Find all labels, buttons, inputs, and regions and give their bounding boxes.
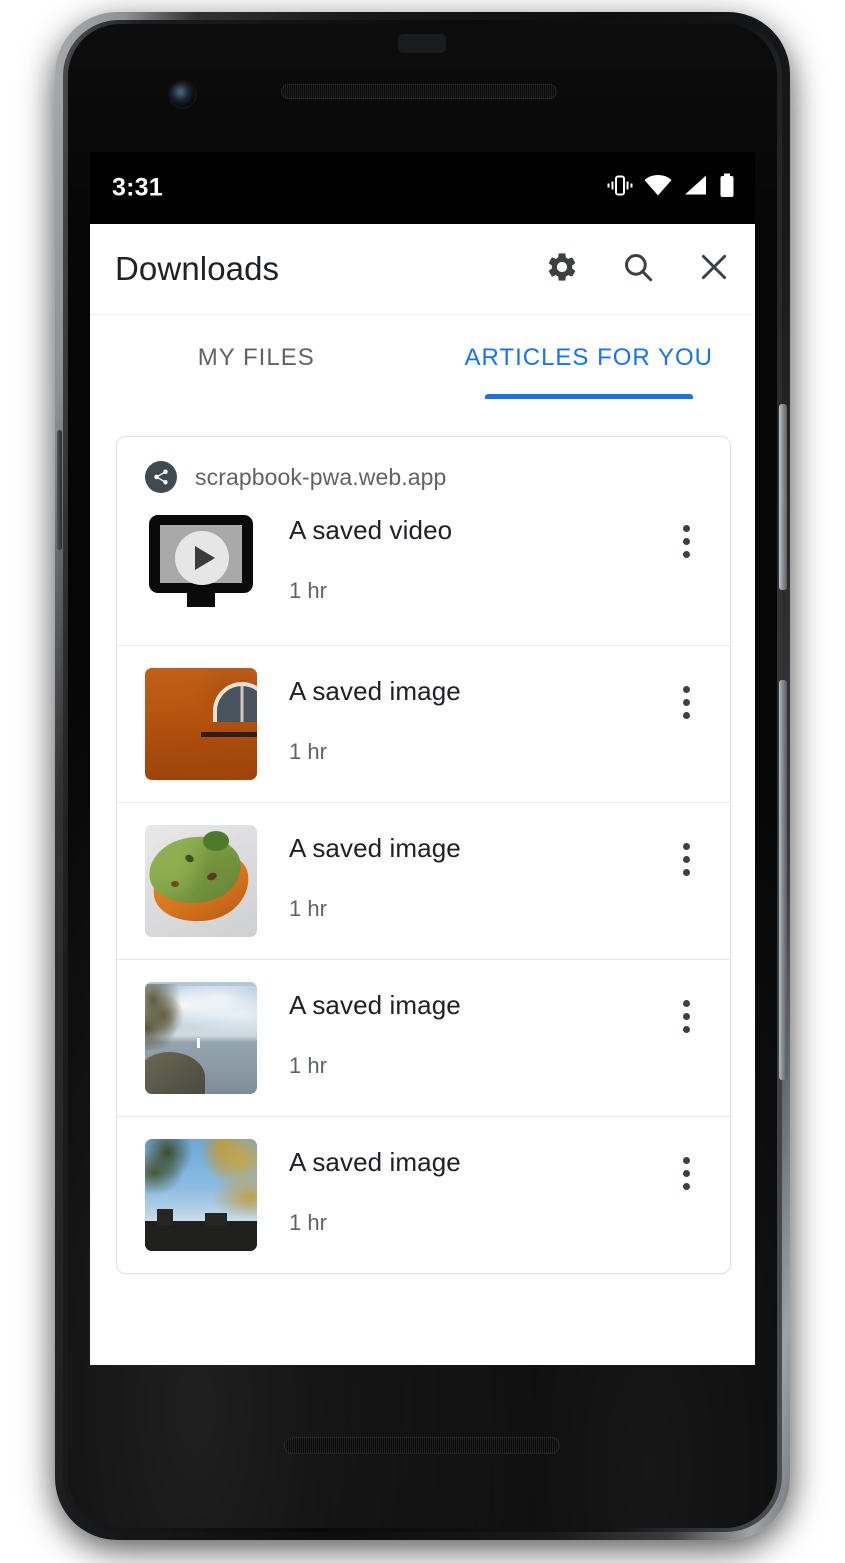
share-icon xyxy=(145,461,177,493)
gear-icon xyxy=(545,250,579,289)
list-item-title: A saved image xyxy=(289,1147,461,1177)
list-item[interactable]: A saved image 1 hr xyxy=(117,1116,730,1273)
avocado-toast-thumbnail xyxy=(145,825,257,937)
close-button[interactable] xyxy=(693,248,735,290)
overflow-menu-icon[interactable] xyxy=(664,833,708,885)
list-item-title: A saved video xyxy=(289,515,453,545)
vibrate-icon xyxy=(607,175,633,202)
articles-list[interactable]: scrapbook-pwa.web.app A saved video 1 hr xyxy=(90,399,755,1365)
overflow-menu-icon[interactable] xyxy=(664,515,708,567)
card-source-header: scrapbook-pwa.web.app xyxy=(117,437,730,493)
phone-screen: 3:31 Downloads MY FILES ARTICLES FOR YOU… xyxy=(90,152,755,1365)
signal-icon xyxy=(683,175,708,202)
proximity-sensor xyxy=(398,34,446,53)
list-item-subtitle: 1 hr xyxy=(289,578,327,603)
search-icon xyxy=(621,250,655,289)
list-item-title: A saved image xyxy=(289,833,461,863)
downloads-card: scrapbook-pwa.web.app A saved video 1 hr xyxy=(116,436,731,1274)
city-skyline-thumbnail xyxy=(145,1139,257,1251)
tab-bar: MY FILES ARTICLES FOR YOU xyxy=(90,314,755,400)
battery-icon xyxy=(719,173,735,203)
tab-articles-for-you[interactable]: ARTICLES FOR YOU xyxy=(423,315,756,400)
list-item-title: A saved image xyxy=(289,676,461,706)
list-item[interactable]: A saved video 1 hr xyxy=(117,493,730,645)
list-item[interactable]: A saved image 1 hr xyxy=(117,802,730,959)
list-item-text: A saved image 1 hr xyxy=(289,825,664,922)
status-time: 3:31 xyxy=(112,173,163,202)
power-button[interactable] xyxy=(779,404,787,590)
list-item[interactable]: A saved image 1 hr xyxy=(117,959,730,1116)
app-bar: Downloads xyxy=(90,224,755,314)
antenna-seam xyxy=(57,430,62,550)
tab-my-files-label: MY FILES xyxy=(197,343,315,371)
list-item-subtitle: 1 hr xyxy=(289,1053,327,1078)
overflow-menu-icon[interactable] xyxy=(664,1147,708,1199)
list-item-text: A saved image 1 hr xyxy=(289,982,664,1079)
play-icon xyxy=(195,546,215,570)
orange-wall-thumbnail xyxy=(145,668,257,780)
overflow-menu-icon[interactable] xyxy=(664,676,708,728)
list-item-subtitle: 1 hr xyxy=(289,1210,327,1235)
front-camera-lens xyxy=(170,82,195,107)
tab-articles-for-you-label: ARTICLES FOR YOU xyxy=(464,343,713,371)
list-item-title: A saved image xyxy=(289,990,461,1020)
tab-my-files[interactable]: MY FILES xyxy=(90,315,423,400)
list-item-text: A saved image 1 hr xyxy=(289,1139,664,1236)
earpiece-speaker-grille xyxy=(281,84,557,99)
search-button[interactable] xyxy=(617,248,659,290)
list-item-subtitle: 1 hr xyxy=(289,739,327,764)
overflow-menu-icon[interactable] xyxy=(664,990,708,1042)
status-bar: 3:31 xyxy=(90,152,755,224)
wifi-icon xyxy=(644,175,672,202)
list-item-subtitle: 1 hr xyxy=(289,896,327,921)
list-item-text: A saved image 1 hr xyxy=(289,668,664,765)
video-play-thumbnail xyxy=(145,507,257,619)
list-item[interactable]: A saved image 1 hr xyxy=(117,645,730,802)
volume-button[interactable] xyxy=(779,680,787,1080)
tv-icon xyxy=(149,515,253,611)
status-icon-group xyxy=(607,173,735,203)
app-bar-actions xyxy=(541,248,735,290)
page-title: Downloads xyxy=(115,250,280,287)
close-icon xyxy=(697,250,731,289)
card-source-name: scrapbook-pwa.web.app xyxy=(195,463,447,490)
settings-button[interactable] xyxy=(541,248,583,290)
bottom-speaker-grille xyxy=(284,1437,560,1454)
lake-shore-thumbnail xyxy=(145,982,257,1094)
list-item-text: A saved video 1 hr xyxy=(289,507,664,604)
